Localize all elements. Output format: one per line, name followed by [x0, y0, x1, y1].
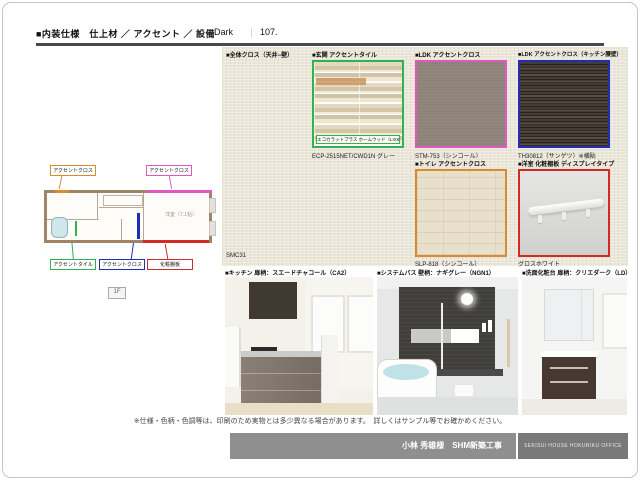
material-panel-overall-cloth-swatch: ■全体クロス（天井−壁） ■玄関 アクセントタイル ■LDK アクセントクロス …: [222, 47, 628, 266]
plan-bay-window: [209, 221, 216, 236]
kitchen-cabinets: [241, 357, 321, 407]
bath-round-light: [461, 293, 473, 305]
plan-wall: [99, 207, 143, 208]
plan-accent-red: [143, 240, 209, 243]
plan-accent-pink: [147, 190, 212, 193]
callout-accent-tile-green: アクセントタイル: [50, 259, 96, 270]
label-overall-cloth: ■全体クロス（天井−壁）: [226, 50, 293, 59]
vanity-handle: [550, 381, 588, 383]
vanity-mirror: [544, 289, 594, 341]
plan-wall: [121, 219, 122, 240]
bath-photo: [377, 277, 518, 415]
kitchen-range-hood: [249, 282, 297, 319]
swatch-entrance-tile: エコカラットプラス ホームウッド（LIXIL）: [312, 60, 404, 148]
tile-accent-plank: [316, 78, 366, 85]
swatch-toilet-cloth: [415, 169, 507, 257]
label-ldk-kitchen-cloth: ■LDK アクセントクロス（キッチン腰壁）: [518, 50, 622, 58]
bath-bottle: [488, 320, 492, 332]
label-entrance-tile: ■玄関 アクセントタイル: [312, 50, 377, 59]
shelf-board: [528, 198, 604, 215]
vanity-window: [602, 293, 627, 349]
swatch-ldk-kitchen-cloth: [518, 60, 610, 148]
shelf-bracket: [562, 212, 566, 220]
plan-accent-blue: [137, 213, 140, 239]
bath-floor: [377, 397, 518, 415]
vanity-handle: [550, 367, 588, 369]
label-vanity-photo: ■洗面化粧台 扉柄：クリエダーク（LD）: [522, 268, 631, 277]
vanity-floor: [522, 399, 627, 415]
header-separator: ｜: [247, 26, 256, 39]
plan-wall: [97, 193, 98, 219]
bath-bottle: [482, 323, 486, 332]
callout-accent-cloth-orange: アクセントクロス: [50, 165, 96, 176]
floor-level-label: 1F: [108, 287, 126, 299]
bath-tub: [377, 359, 437, 401]
bath-towel-bar: [507, 319, 510, 367]
vanity-photo: [522, 277, 627, 415]
vanity-cabinet: [542, 357, 596, 399]
kitchen-window: [347, 295, 373, 353]
swatch-shelf: [518, 169, 610, 257]
label-kitchen-photo: ■キッチン 扉柄：スエードチャコール（CA2）: [225, 268, 350, 277]
shelf-bracket: [586, 209, 590, 217]
bath-shower-bar: [441, 303, 443, 369]
vanity-mirror-divider: [581, 290, 582, 340]
header-rule: [36, 43, 604, 46]
kitchen-floor: [225, 403, 373, 415]
code-shelf: グロスホワイト: [518, 259, 560, 268]
footer-client-name: 小林 秀雄様 SHM新築工事: [230, 433, 516, 459]
bath-niche: [411, 329, 451, 343]
page-title: ■内装仕様 仕上材 ／ アクセント ／ 設備: [36, 27, 215, 40]
page-number: 107.: [260, 27, 278, 37]
label-toilet-cloth: ■トイレ アクセントクロス: [415, 159, 486, 168]
plan-accent-orange: [55, 190, 69, 193]
callout-accent-cloth-pink: アクセントクロス: [146, 165, 192, 176]
footer-office-name: SEKISUI HOUSE HOKURIKU OFFICE: [518, 433, 628, 459]
kitchen-photo: [225, 277, 373, 415]
label-shelf: ■洋室 化粧棚板 ディスプレイタイプ: [518, 159, 614, 168]
plan-bathtub: [51, 217, 68, 238]
kitchen-drawer-line: [241, 390, 321, 391]
code-overall-cloth: SMC31: [226, 253, 246, 259]
label-bath-photo: ■システムバス 壁柄：ナギグレー（NGN1）: [377, 268, 495, 277]
kitchen-side-window: [225, 327, 241, 387]
print-disclaimer-note: ※仕様・色柄・色調等は、印刷のため実物とは多少異なる場合があります。 詳しくはサ…: [0, 416, 640, 426]
swatch-ldk-cloth: [415, 60, 507, 148]
plan-closet: [103, 195, 143, 206]
code-toilet-cloth: SLP-818（シンコール）: [415, 259, 480, 268]
plan-bay-window: [209, 198, 216, 213]
floorplan: 洋室（7.1帖）: [44, 190, 212, 243]
plan-accent-green: [75, 221, 77, 236]
label-ldk-cloth: ■LDK アクセントクロス: [415, 50, 480, 59]
code-entrance-tile: ECP-2515NET/CWD1N グレー: [312, 151, 395, 160]
bath-faucet-ledge: [437, 369, 503, 376]
plan-wall: [143, 193, 144, 240]
callout-shelf-red: 化粧棚板: [147, 259, 193, 270]
bath-niche-lit: [451, 329, 479, 343]
bath-water: [383, 364, 429, 380]
kitchen-end-panel: [321, 335, 338, 409]
plan-room-label: 洋室（7.1帖）: [153, 211, 209, 218]
theme-label: Dark: [214, 27, 233, 37]
shelf-bracket: [538, 215, 542, 223]
bath-stool: [455, 385, 473, 396]
tile-product-strip: エコカラットプラス ホームウッド（LIXIL）: [316, 135, 400, 144]
callout-accent-cloth-blue: アクセントクロス: [99, 259, 145, 270]
spec-sheet-page: ■内装仕様 仕上材 ／ アクセント ／ 設備 Dark ｜ 107. アクセント…: [0, 0, 640, 480]
kitchen-drawer-line: [241, 373, 321, 374]
